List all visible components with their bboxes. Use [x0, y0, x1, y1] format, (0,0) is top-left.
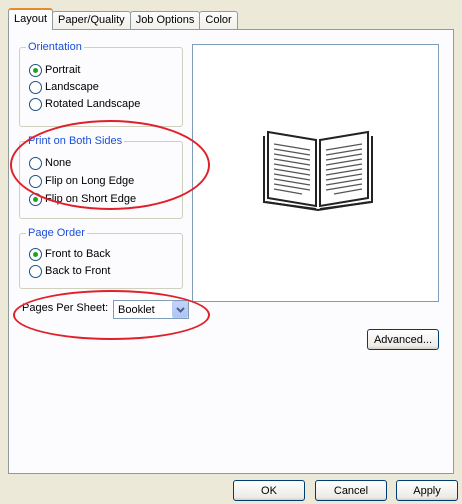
pages-per-sheet-value: Booklet	[118, 303, 155, 316]
radio-label: Back to Front	[45, 265, 111, 277]
radio-label: None	[45, 157, 72, 169]
tab-layout[interactable]: Layout	[8, 8, 54, 30]
page-order-group: Page Order Front to Back Back to Front	[19, 227, 183, 289]
radio-dot	[29, 264, 42, 278]
radio-none[interactable]: None	[29, 156, 71, 170]
radio-dot	[29, 156, 42, 170]
radio-label: Flip on Short Edge	[45, 193, 137, 205]
duplex-group: Print on Both Sides None Flip on Long Ed…	[19, 135, 183, 219]
radio-rotated-landscape[interactable]: Rotated Landscape	[29, 97, 140, 111]
radio-dot-checked	[29, 63, 42, 77]
pages-per-sheet-select[interactable]: Booklet	[113, 300, 189, 319]
radio-dot	[29, 174, 42, 188]
radio-label: Portrait	[45, 64, 81, 76]
cancel-button[interactable]: Cancel	[315, 480, 387, 501]
radio-label: Flip on Long Edge	[45, 175, 135, 187]
radio-label: Front to Back	[45, 248, 111, 260]
radio-flip-long-edge[interactable]: Flip on Long Edge	[29, 174, 134, 188]
tab-job-options[interactable]: Job Options	[129, 11, 201, 30]
tab-paper-quality[interactable]: Paper/Quality	[52, 11, 131, 30]
tab-strip: Layout Paper/Quality Job Options Color	[8, 8, 238, 30]
radio-landscape[interactable]: Landscape	[29, 80, 99, 94]
orientation-title: Orientation	[26, 41, 84, 53]
radio-flip-short-edge[interactable]: Flip on Short Edge	[29, 192, 136, 206]
layout-preview	[192, 44, 439, 302]
orientation-group: Orientation Portrait Landscape Rotated L…	[19, 41, 183, 127]
radio-label: Landscape	[45, 81, 99, 93]
radio-dot	[29, 97, 42, 111]
radio-label: Rotated Landscape	[45, 98, 141, 110]
page-order-title: Page Order	[26, 227, 87, 239]
duplex-title: Print on Both Sides	[26, 135, 125, 147]
layout-panel: Orientation Portrait Landscape Rotated L…	[8, 29, 454, 474]
radio-back-to-front[interactable]: Back to Front	[29, 264, 110, 278]
radio-dot-checked	[29, 247, 42, 261]
radio-front-to-back[interactable]: Front to Back	[29, 247, 110, 261]
open-book-icon	[263, 130, 373, 212]
radio-dot	[29, 80, 42, 94]
advanced-button[interactable]: Advanced...	[367, 329, 439, 350]
tab-color[interactable]: Color	[199, 11, 238, 30]
apply-button[interactable]: Apply	[396, 480, 458, 501]
pages-per-sheet-label: Pages Per Sheet:	[22, 302, 109, 314]
ok-button[interactable]: OK	[233, 480, 305, 501]
chevron-down-icon[interactable]	[172, 301, 188, 318]
radio-portrait[interactable]: Portrait	[29, 63, 80, 77]
radio-dot-checked	[29, 192, 42, 206]
